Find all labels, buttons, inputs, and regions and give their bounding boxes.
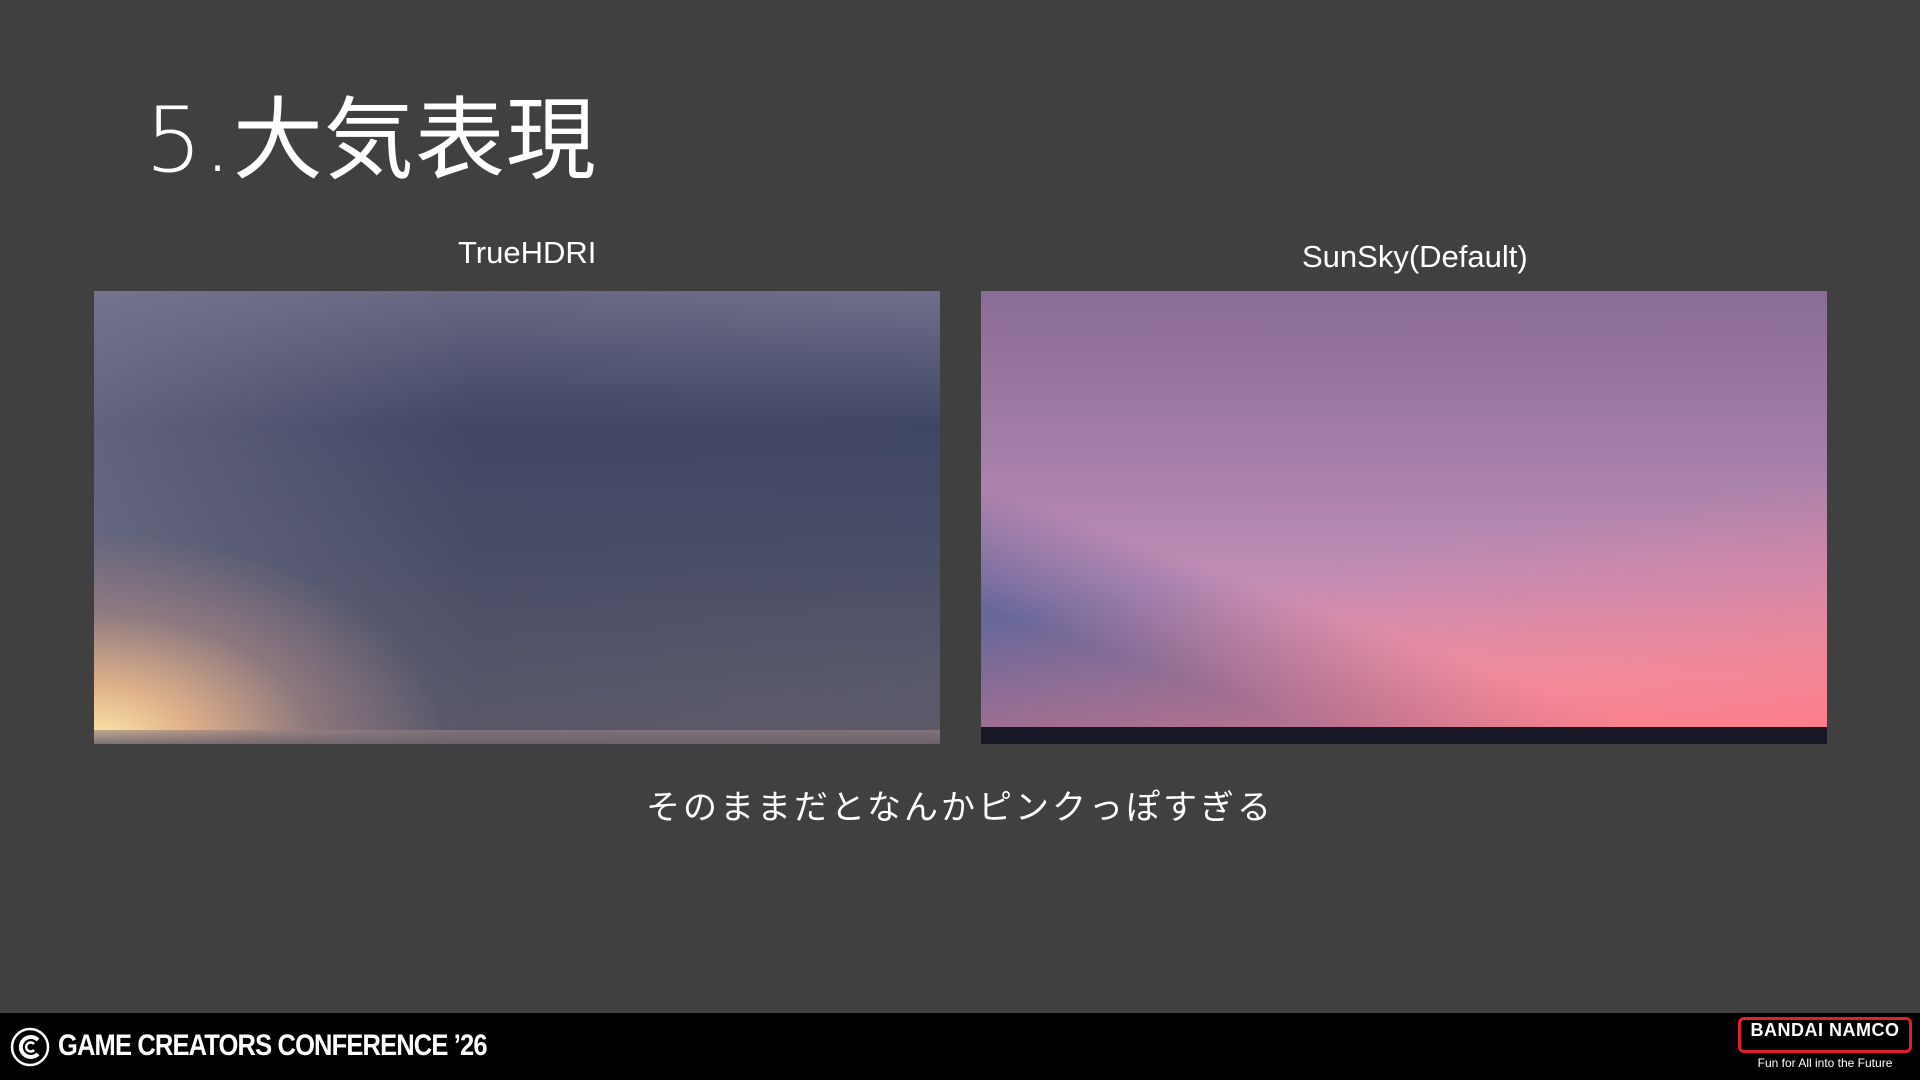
slide: 5.大気表現 TrueHDRI SunSky(Default) そのままだとなん… [0, 0, 1920, 1080]
panel-label-sunsky: SunSky(Default) [1302, 239, 1528, 274]
slide-title: 5.大気表現 [145, 88, 597, 193]
bandai-namco-logo: BANDAI NAMCO Fun for All into the Future [1738, 1017, 1912, 1075]
sunsky-default-sky-image [981, 291, 1827, 744]
conference-name: GAME CREATORS CONFERENCE ’26 [58, 1029, 488, 1062]
ground-strip [981, 727, 1827, 744]
brand-name: BANDAI NAMCO [1750, 1020, 1900, 1040]
brand-tagline: Fun for All into the Future [1757, 1056, 1893, 1070]
gcc-logo-icon [10, 1027, 50, 1067]
sea-horizon [94, 730, 940, 744]
panel-label-truehdri: TrueHDRI [458, 235, 597, 270]
slide-caption: そのままだとなんかピンクっぽすぎる [646, 788, 1274, 828]
truehdri-sky-image [94, 291, 940, 744]
footer-bar: GAME CREATORS CONFERENCE ’26 BANDAI NAMC… [0, 1013, 1920, 1080]
